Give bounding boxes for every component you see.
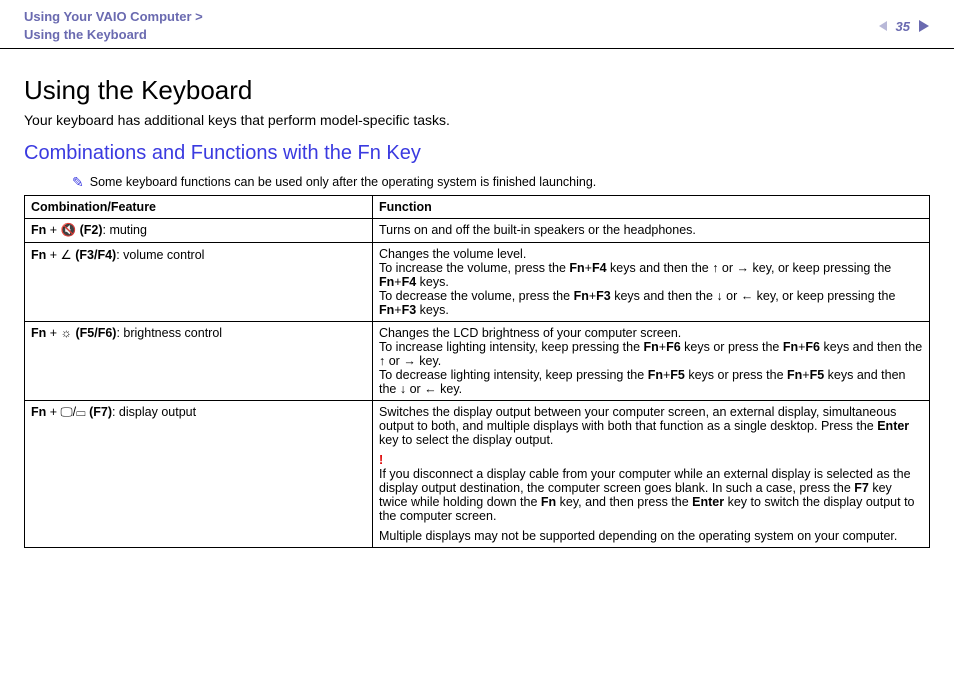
display-icon: 🖵 (61, 405, 73, 419)
intro-text: Your keyboard has additional keys that p… (24, 112, 930, 128)
pencil-icon: ✎ (72, 175, 84, 189)
mute-icon: 🔇 (61, 223, 77, 237)
breadcrumb-line1: Using Your VAIO Computer > (24, 8, 203, 26)
func-cell: Turns on and off the built-in speakers o… (373, 219, 930, 243)
prev-page-icon[interactable] (878, 20, 890, 32)
right-arrow-icon: → (737, 261, 750, 275)
breadcrumb: Using Your VAIO Computer > Using the Key… (24, 8, 203, 44)
page-header: Using Your VAIO Computer > Using the Key… (0, 0, 954, 49)
page-title: Using the Keyboard (24, 75, 930, 106)
external-display-icon: ▭ (76, 405, 86, 419)
left-arrow-icon: ← (741, 289, 754, 303)
brightness-icon: ☼ (61, 326, 72, 340)
section-title: Combinations and Functions with the Fn K… (24, 142, 930, 165)
header-combination: Combination/Feature (25, 196, 373, 219)
note-text: Some keyboard functions can be used only… (90, 175, 597, 189)
page-nav: 35 (878, 19, 930, 34)
table-row: Fn + ☼ (F5/F6): brightness control Chang… (25, 322, 930, 401)
combo-cell: Fn + 🔇 (F2): muting (25, 219, 373, 243)
fn-key-table: Combination/Feature Function Fn + 🔇 (F2)… (24, 195, 930, 548)
right-arrow-icon: → (403, 354, 416, 368)
left-arrow-icon: ← (424, 382, 437, 396)
breadcrumb-line2: Using the Keyboard (24, 26, 203, 44)
combo-cell: Fn + 🖵/▭ (F7): display output (25, 401, 373, 548)
func-cell: Changes the volume level. To increase th… (373, 243, 930, 322)
warning-icon: ! (379, 453, 383, 467)
combo-cell: Fn + ∠ (F3/F4): volume control (25, 243, 373, 322)
page-content: Using the Keyboard Your keyboard has add… (0, 49, 954, 548)
volume-icon: ∠ (61, 248, 72, 262)
func-cell: Changes the LCD brightness of your compu… (373, 322, 930, 401)
table-row: Fn + 🖵/▭ (F7): display output Switches t… (25, 401, 930, 548)
next-page-icon[interactable] (916, 19, 930, 33)
page-number: 35 (896, 19, 910, 34)
func-cell: Switches the display output between your… (373, 401, 930, 548)
combo-cell: Fn + ☼ (F5/F6): brightness control (25, 322, 373, 401)
table-row: Fn + ∠ (F3/F4): volume control Changes t… (25, 243, 930, 322)
table-header-row: Combination/Feature Function (25, 196, 930, 219)
note-row: ✎ Some keyboard functions can be used on… (72, 175, 930, 189)
table-row: Fn + 🔇 (F2): muting Turns on and off the… (25, 219, 930, 243)
header-function: Function (373, 196, 930, 219)
